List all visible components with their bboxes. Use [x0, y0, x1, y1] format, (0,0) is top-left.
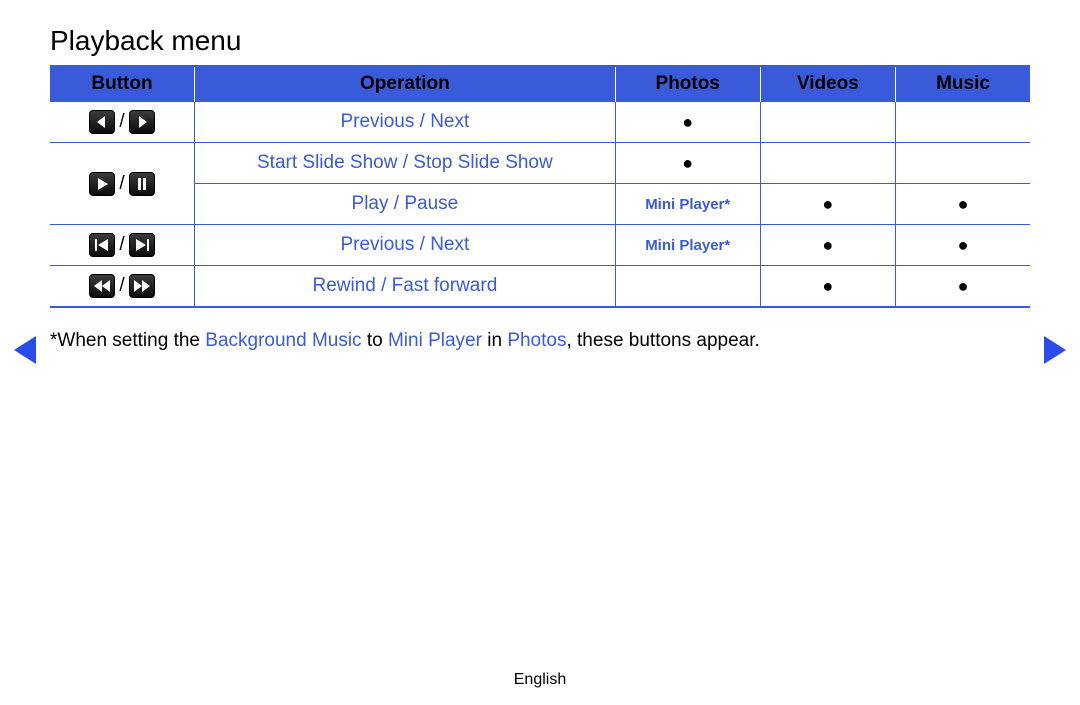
cell-photos: ● — [615, 102, 760, 143]
col-music: Music — [896, 67, 1030, 102]
mini-player-label: Mini Player* — [645, 237, 730, 254]
rewind-icon — [89, 274, 115, 298]
cell-operation: Play / Pause — [194, 184, 615, 225]
cell-music — [896, 102, 1030, 143]
cell-music: ● — [896, 184, 1030, 225]
footnote-text: in — [482, 330, 507, 351]
footnote-highlight: Photos — [507, 330, 566, 351]
table-row: / Previous / Next ● — [50, 102, 1030, 143]
cell-operation: Previous / Next — [194, 102, 615, 143]
language-label: English — [0, 671, 1080, 689]
table-row: / Start Slide Show / Stop Slide Show ● — [50, 143, 1030, 184]
chevron-left-icon — [89, 110, 115, 134]
footnote-highlight: Mini Player — [388, 330, 482, 351]
footnote-text: *When setting the — [50, 330, 205, 351]
cell-photos: ● — [615, 143, 760, 184]
cell-videos: ● — [760, 266, 895, 308]
cell-music — [896, 143, 1030, 184]
cell-music: ● — [896, 225, 1030, 266]
cell-button: / — [50, 225, 194, 266]
cell-videos: ● — [760, 225, 895, 266]
skip-prev-icon — [89, 233, 115, 257]
cell-photos: Mini Player* — [615, 225, 760, 266]
footnote: *When setting the Background Music to Mi… — [50, 330, 1030, 352]
next-page-icon[interactable] — [1044, 336, 1066, 364]
col-photos: Photos — [615, 67, 760, 102]
cell-music: ● — [896, 266, 1030, 308]
pause-icon — [129, 172, 155, 196]
col-videos: Videos — [760, 67, 895, 102]
cell-videos: ● — [760, 184, 895, 225]
table-row: Play / Pause Mini Player* ● ● — [50, 184, 1030, 225]
cell-button: / — [50, 102, 194, 143]
cell-photos — [615, 266, 760, 308]
cell-button: / — [50, 266, 194, 308]
table-header-row: Button Operation Photos Videos Music — [50, 67, 1030, 102]
cell-videos — [760, 102, 895, 143]
prev-page-icon[interactable] — [14, 336, 36, 364]
footnote-text: to — [362, 330, 388, 351]
playback-table: Button Operation Photos Videos Music / — [50, 67, 1030, 308]
col-button: Button — [50, 67, 194, 102]
skip-next-icon — [129, 233, 155, 257]
cell-operation: Previous / Next — [194, 225, 615, 266]
footnote-highlight: Background Music — [205, 330, 361, 351]
cell-photos: Mini Player* — [615, 184, 760, 225]
cell-operation: Start Slide Show / Stop Slide Show — [194, 143, 615, 184]
page-title: Playback menu — [50, 25, 1030, 57]
play-icon — [89, 172, 115, 196]
col-operation: Operation — [194, 67, 615, 102]
table-row: / Previous / Next Mini Player* ● ● — [50, 225, 1030, 266]
table-row: / Rewind / Fast forward ● ● — [50, 266, 1030, 308]
chevron-right-icon — [129, 110, 155, 134]
cell-operation: Rewind / Fast forward — [194, 266, 615, 308]
cell-videos — [760, 143, 895, 184]
mini-player-label: Mini Player* — [645, 196, 730, 213]
cell-button: / — [50, 143, 194, 225]
fast-forward-icon — [129, 274, 155, 298]
footnote-text: , these buttons appear. — [566, 330, 759, 351]
